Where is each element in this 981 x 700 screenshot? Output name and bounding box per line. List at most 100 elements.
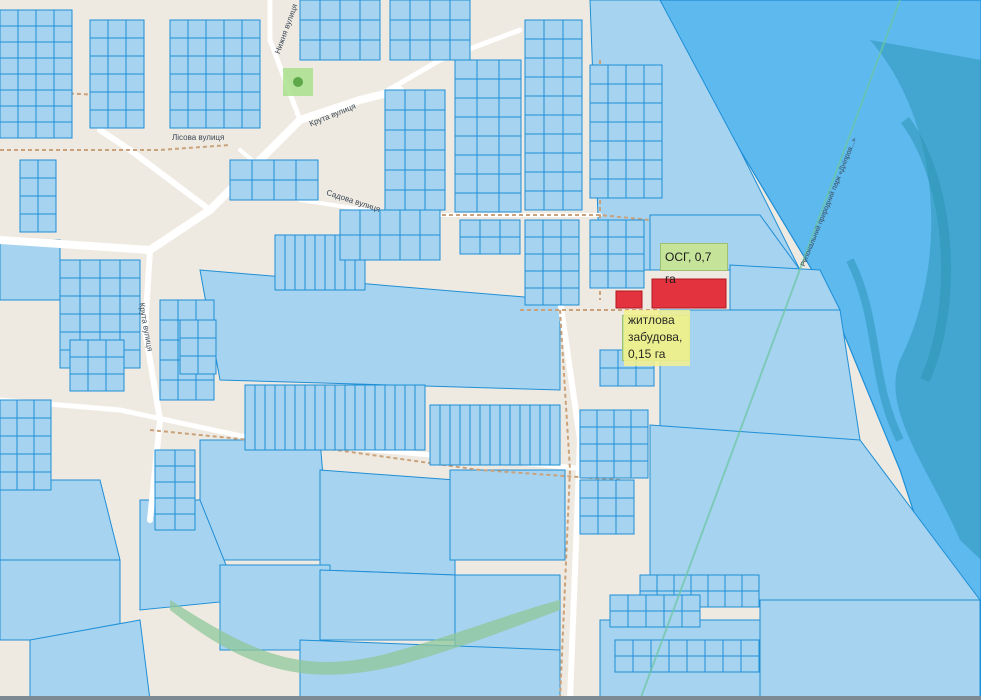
parcel: [384, 109, 406, 131]
parcel: [479, 404, 491, 466]
parcel: [294, 384, 306, 451]
parcel: [625, 64, 645, 85]
park-icon[interactable]: [283, 68, 313, 96]
osg-callout: ОСГ, 0,7 га: [660, 243, 728, 286]
parcel: [524, 57, 545, 78]
parcel: [241, 55, 261, 75]
parcel: [159, 359, 179, 381]
parcel: [607, 219, 627, 238]
parcel: [643, 140, 663, 161]
parcel: [562, 76, 583, 97]
parcel: [625, 219, 645, 238]
parcel: [498, 78, 522, 99]
parcel: [79, 295, 101, 315]
parcel: [615, 479, 635, 499]
parcel: [614, 639, 634, 657]
parcel: [125, 19, 145, 39]
parcel: [724, 590, 743, 608]
parcel: [379, 234, 401, 261]
parcel: [524, 19, 545, 40]
parcel: [668, 655, 688, 673]
parcel: [17, 73, 37, 91]
parcel: [389, 19, 411, 41]
parcel: [609, 594, 629, 612]
parcel: [384, 384, 396, 451]
parcel: [384, 189, 406, 211]
parcel: [409, 19, 431, 41]
parcel: [125, 109, 145, 129]
parcel: [489, 404, 501, 466]
parcel: [632, 655, 652, 673]
parcel: [107, 55, 127, 75]
parcel: [0, 89, 19, 107]
parcel: [205, 19, 225, 39]
parcel: [17, 41, 37, 59]
parcel: [284, 234, 296, 291]
map-canvas[interactable]: Крута вулиця Лісова вулиця Садова вулиця…: [0, 0, 981, 700]
parcel: [17, 121, 37, 139]
parcel: [59, 313, 81, 333]
parcel: [264, 384, 276, 451]
parcel: [454, 116, 478, 137]
parcel: [741, 574, 760, 592]
bottom-edge: [0, 696, 981, 700]
parcel: [562, 19, 583, 40]
parcel: [543, 95, 564, 116]
parcel: [169, 55, 189, 75]
parcel: [543, 57, 564, 78]
parcel: [35, 73, 55, 91]
parcel: [542, 287, 562, 306]
parcel: [251, 159, 275, 181]
parcel: [174, 465, 196, 483]
parcel: [404, 89, 426, 111]
parcel: [197, 355, 217, 375]
parcel: [339, 39, 361, 61]
parcel: [0, 73, 19, 91]
parcel: [707, 590, 726, 608]
parcel: [589, 102, 609, 123]
parcel: [607, 140, 627, 161]
parcel: [724, 574, 743, 592]
parcel: [107, 109, 127, 129]
parcel: [424, 189, 446, 211]
parcel: [229, 159, 253, 181]
parcel: [609, 610, 629, 628]
parcel: [404, 169, 426, 191]
parcel: [59, 259, 81, 279]
parcel: [542, 270, 562, 289]
parcel: [681, 594, 701, 612]
parcel: [295, 179, 319, 201]
parcel: [645, 610, 665, 628]
parcel: [0, 435, 18, 455]
parcel: [643, 102, 663, 123]
parcel: [542, 236, 562, 255]
parcel: [295, 159, 319, 181]
parcel: [33, 471, 52, 491]
parcel: [205, 55, 225, 75]
parcel: [195, 379, 215, 401]
parcel: [643, 121, 663, 142]
parcel: [686, 639, 706, 657]
parcel: [105, 356, 125, 375]
parcel: [613, 443, 632, 462]
parcel: [187, 73, 207, 93]
parcel: [625, 83, 645, 104]
parcel: [179, 337, 199, 357]
parcel: [479, 219, 501, 238]
parcel: [656, 574, 675, 592]
parcel: [524, 219, 544, 238]
parcel: [476, 78, 500, 99]
parcel: [223, 55, 243, 75]
parcel: [690, 574, 709, 592]
parcel: [179, 355, 199, 375]
parcel: [597, 497, 617, 517]
parcel: [179, 319, 199, 339]
parcel: [414, 384, 426, 451]
parcel: [273, 159, 297, 181]
parcel: [174, 481, 196, 499]
parcel: [17, 9, 37, 27]
parcel: [524, 38, 545, 59]
parcel: [17, 89, 37, 107]
parcel: [125, 73, 145, 93]
parcel: [596, 409, 615, 428]
